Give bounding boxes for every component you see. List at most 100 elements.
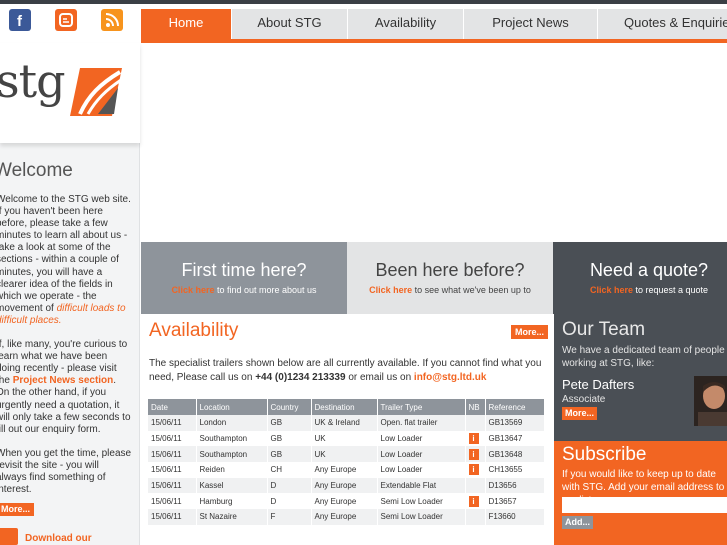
cell-type: Semi Low Loader <box>377 509 466 525</box>
table-row[interactable]: 15/06/11 Kassel D Any Europe Extendable Flat… <box>148 477 545 494</box>
col-country: Country <box>267 399 312 415</box>
team-title: Our Team <box>562 319 646 340</box>
welcome-text: Welcome to the STG web site. If you have… <box>0 194 132 496</box>
cell-location: Southampton <box>196 446 268 463</box>
cell-country: GB <box>267 446 312 463</box>
welcome-more-button[interactable]: More... <box>0 503 35 516</box>
nav-underline <box>141 39 727 43</box>
cell-nb <box>465 477 486 494</box>
cell-date: 15/06/11 <box>148 462 197 478</box>
col-destination: Destination <box>311 399 378 415</box>
subscribe-add-button[interactable]: Add... <box>562 516 593 529</box>
promo-first-time[interactable]: First time here? Click here to find out … <box>141 242 347 314</box>
logo-mark-icon <box>70 68 122 116</box>
cell-location: Southampton <box>196 430 268 447</box>
cell-country: GB <box>267 415 312 431</box>
table-row[interactable]: 15/06/11 Hamburg D Any Europe Semi Low Loade… <box>148 493 545 510</box>
cell-nb: i <box>465 462 486 478</box>
col-reference: Reference <box>485 399 545 415</box>
table-header-row: Date Location Country Destination Traile… <box>148 399 545 415</box>
col-date: Date <box>148 399 197 415</box>
cell-nb: i <box>465 430 486 447</box>
cell-date: 15/06/11 <box>148 446 197 463</box>
logo-text[interactable]: stg <box>0 54 66 108</box>
cell-ref: GB13648 <box>485 446 545 463</box>
cell-country: F <box>267 509 312 525</box>
cell-location: St Nazaire <box>196 509 268 525</box>
person-photo <box>694 376 727 426</box>
table-row[interactable]: 15/06/11 London GB UK & Ireland Open. flat t… <box>148 415 545 431</box>
table-row[interactable]: 15/06/11 Southampton GB UK Low Loader i GB1364… <box>148 430 545 447</box>
promo-been-before[interactable]: Been here before? Click here to see what… <box>347 242 553 314</box>
cell-type: Low Loader <box>377 446 466 463</box>
nav-home[interactable]: Home <box>141 9 231 39</box>
availability-more-button[interactable]: More... <box>511 325 549 339</box>
cell-country: CH <box>267 462 312 478</box>
rss-icon[interactable] <box>101 9 123 31</box>
info-icon[interactable]: i <box>468 448 479 460</box>
subscribe-title: Subscribe <box>562 444 647 465</box>
cell-type: Low Loader <box>377 430 466 447</box>
col-trailer-type: Trailer Type <box>377 399 466 415</box>
table-row[interactable]: 15/06/11 Southampton GB UK Low Loader i GB1364… <box>148 446 545 463</box>
person-name: Pete Dafters <box>562 377 635 392</box>
cell-date: 15/06/11 <box>148 509 197 525</box>
project-news-link[interactable]: Project News section <box>13 375 114 386</box>
cell-type: Extendable Flat <box>377 477 466 494</box>
cell-destination: Any Europe <box>311 509 378 525</box>
promo-need-quote[interactable]: Need a quote? Click here to request a qu… <box>553 242 727 314</box>
welcome-title: Welcome <box>0 160 73 181</box>
cell-destination: Any Europe <box>311 493 378 510</box>
team-text: We have a dedicated team of people worki… <box>562 345 725 369</box>
nav-availability[interactable]: Availability <box>347 9 463 39</box>
col-location: Location <box>196 399 268 415</box>
cell-type: Low Loader <box>377 462 466 478</box>
nav-quotes[interactable]: Quotes & Enquiries <box>597 9 727 39</box>
availability-intro: The specialist trailers shown below are … <box>149 358 542 383</box>
cell-destination: UK <box>311 430 378 447</box>
email-link[interactable]: info@stg.ltd.uk <box>414 372 487 383</box>
cell-location: London <box>196 415 268 431</box>
cell-nb <box>465 509 486 525</box>
cell-date: 15/06/11 <box>148 430 197 447</box>
col-nb: NB <box>465 399 486 415</box>
cell-destination: Any Europe <box>311 477 378 494</box>
cell-ref: F13660 <box>485 509 545 525</box>
subscribe-email-input[interactable] <box>562 497 727 513</box>
nav-project-news[interactable]: Project News <box>463 9 597 39</box>
table-row[interactable]: 15/06/11 St Nazaire F Any Europe Semi Low Lo… <box>148 509 545 525</box>
table-row[interactable]: 15/06/11 Reiden CH Any Europe Low Loader i CH1… <box>148 462 545 478</box>
cell-ref: CH13655 <box>485 462 545 478</box>
cell-type: Semi Low Loader <box>377 493 466 510</box>
nav-about[interactable]: About STG <box>231 9 347 39</box>
info-icon[interactable]: i <box>468 464 479 476</box>
cell-ref: GB13569 <box>485 415 545 431</box>
cell-country: D <box>267 477 312 494</box>
cell-date: 15/06/11 <box>148 415 197 431</box>
person-role: Associate <box>562 394 606 405</box>
cell-ref: D13656 <box>485 477 545 494</box>
cell-ref: GB13647 <box>485 430 545 447</box>
cell-country: D <box>267 493 312 510</box>
availability-title: Availability <box>149 320 239 341</box>
cell-ref: D13657 <box>485 493 545 510</box>
cell-destination: Any Europe <box>311 462 378 478</box>
svg-text:f: f <box>17 13 23 30</box>
phone-number: +44 (0)1234 213339 <box>255 372 346 383</box>
cell-nb: i <box>465 446 486 463</box>
cell-location: Hamburg <box>196 493 268 510</box>
download-icon[interactable] <box>0 528 18 545</box>
cell-destination: UK <box>311 446 378 463</box>
team-more-button[interactable]: More... <box>562 407 598 420</box>
info-icon[interactable]: i <box>468 433 479 445</box>
cell-destination: UK & Ireland <box>311 415 378 431</box>
cell-location: Kassel <box>196 477 268 494</box>
cell-country: GB <box>267 430 312 447</box>
download-link[interactable]: Download our <box>25 533 92 544</box>
facebook-icon[interactable]: f <box>9 9 31 31</box>
blogger-icon[interactable] <box>55 9 77 31</box>
info-icon[interactable]: i <box>468 495 479 507</box>
cell-date: 15/06/11 <box>148 493 197 510</box>
top-strip <box>0 0 727 4</box>
trailer-table: Date Location Country Destination Traile… <box>148 399 545 525</box>
